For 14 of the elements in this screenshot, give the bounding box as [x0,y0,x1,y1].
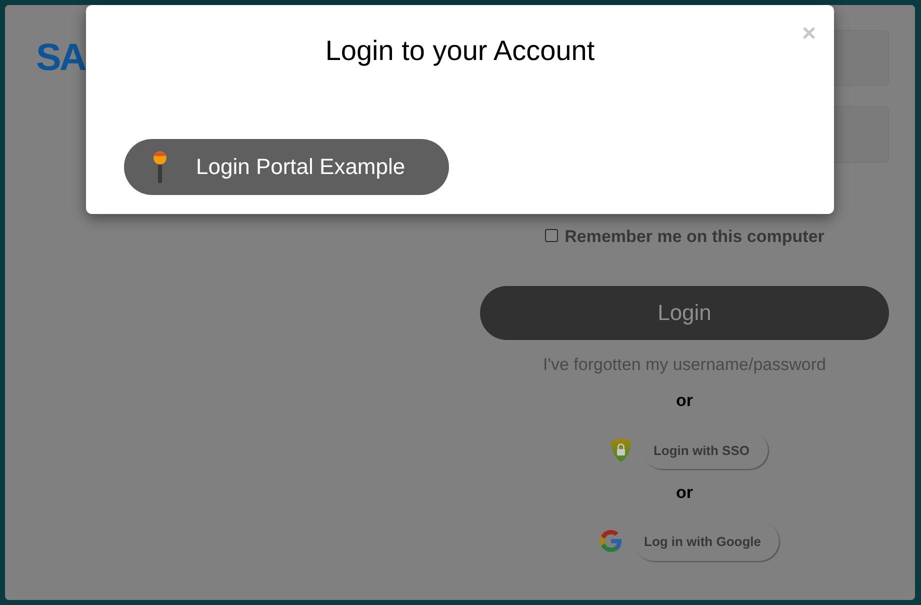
separator-text: or [676,391,693,411]
checkbox-label: Remember me on this computer [564,227,824,247]
sign-in-button[interactable]: Log in with Google [634,521,779,561]
login-button[interactable]: Login [480,286,889,340]
key-icon [152,151,168,183]
portal-button[interactable]: Login Portal Example [124,139,449,195]
separator-text: or [676,483,693,503]
close-button[interactable]: × [802,22,816,46]
logo: SA [36,39,85,77]
dialog-title: Login to your Account [325,34,595,68]
checkbox[interactable] [544,228,558,242]
sign-in-button[interactable]: Login with SSO [643,431,768,469]
google-g-icon [600,530,622,552]
shield-lock-icon [611,438,632,462]
